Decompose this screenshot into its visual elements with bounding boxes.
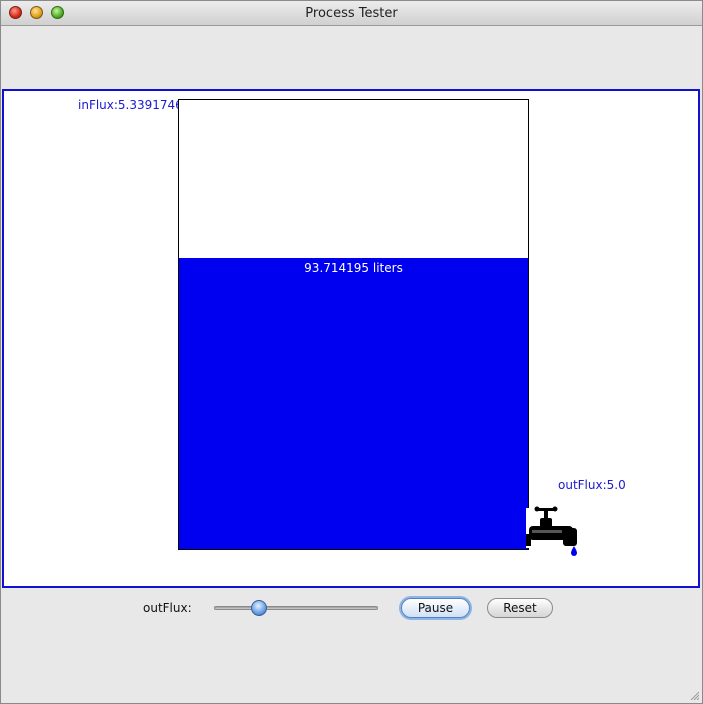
slider-track[interactable] (214, 606, 378, 610)
outflux-readout: outFlux:5.0 (558, 478, 626, 492)
resize-grip-icon[interactable] (689, 690, 699, 700)
slider-thumb[interactable] (251, 600, 267, 616)
title-bar[interactable]: Process Tester (1, 1, 702, 26)
window-title: Process Tester (305, 6, 398, 21)
simulation-panel: inFlux:5.3391746421353945 93.714195 lite… (2, 89, 700, 588)
water-level: 93.714195 liters (179, 258, 528, 549)
water-volume-label: 93.714195 liters (304, 261, 403, 276)
faucet-icon (526, 506, 577, 556)
outflux-slider-label: outFlux: (143, 601, 192, 615)
app-window: Process Tester inFlux:5.3391746421353945… (0, 0, 703, 704)
reset-button[interactable]: Reset (487, 598, 553, 618)
pause-button[interactable]: Pause (401, 598, 470, 618)
control-bar: outFlux: Pause Reset (1, 591, 702, 627)
outflux-slider[interactable] (214, 599, 378, 617)
tank: 93.714195 liters (178, 99, 529, 550)
